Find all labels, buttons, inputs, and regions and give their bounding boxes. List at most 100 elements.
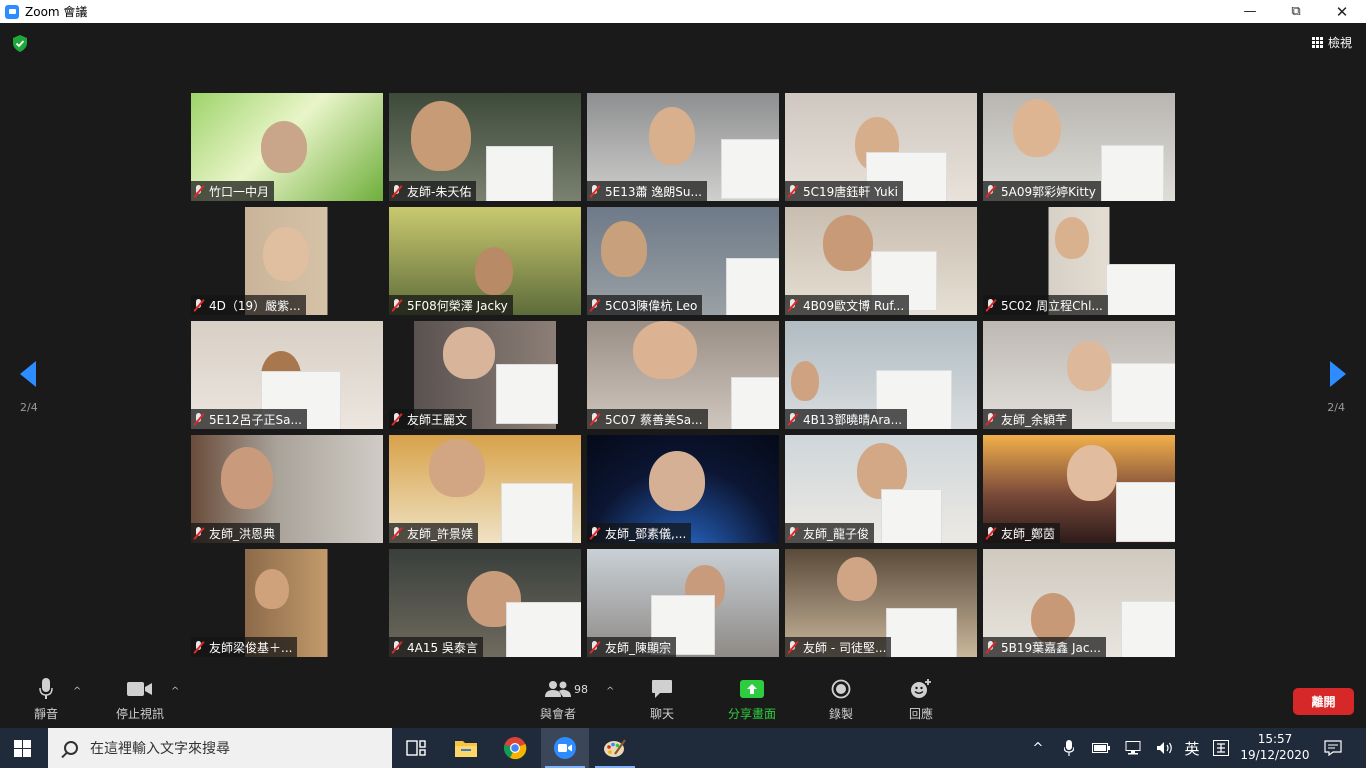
taskbar-search-box[interactable]: 在這裡輸入文字來搜尋 [48, 728, 392, 768]
record-button[interactable]: 錄製 [821, 678, 861, 728]
participant-video-tile[interactable]: 5E12呂子正Sa... [191, 321, 383, 429]
chat-button[interactable]: 聊天 [642, 678, 682, 728]
next-page-arrow-icon[interactable] [1330, 361, 1346, 387]
muted-microphone-icon [590, 412, 600, 426]
participant-nameplate: 友師_龍子俊 [785, 523, 875, 543]
participant-nameplate: 5E12呂子正Sa... [191, 409, 307, 429]
participant-nameplate: 4B09歐文博 Ruf... [785, 295, 910, 315]
participant-video-tile[interactable]: 友師_龍子俊 [785, 435, 977, 543]
participant-video-tile[interactable]: 5A09郭彩婷Kitty [983, 93, 1175, 201]
participant-video-tile[interactable]: 友師_鄭茵 [983, 435, 1175, 543]
participant-video-tile[interactable]: 友師 - 司徒堅... [785, 549, 977, 657]
participant-video-tile[interactable]: 友師梁俊基＋... [191, 549, 383, 657]
reactions-label: 回應 [908, 707, 933, 721]
windows-start-icon[interactable] [14, 740, 31, 757]
participant-video-tile[interactable]: 5F08何榮澤 Jacky [389, 207, 581, 315]
participant-name: 友師王麗文 [407, 412, 468, 427]
battery-icon[interactable] [1090, 728, 1112, 768]
muted-microphone-icon [590, 298, 600, 312]
participant-face [443, 327, 495, 379]
participant-nameplate: 5C19唐鈺軒 Yuki [785, 181, 903, 201]
participant-video-tile[interactable]: 5B19葉嘉鑫 Jac... [983, 549, 1175, 657]
muted-microphone-icon [788, 526, 798, 540]
mute-button[interactable]: 靜音 [24, 678, 68, 728]
participant-nameplate: 4B13鄧曉晴Ara... [785, 409, 908, 429]
participant-name: 4A15 吳泰言 [407, 640, 478, 655]
minimize-button[interactable]: — [1227, 0, 1273, 23]
participant-nameplate: 5B19葉嘉鑫 Jac... [983, 637, 1106, 657]
audio-options-caret-icon[interactable]: ^ [73, 686, 81, 697]
participant-nameplate: 友師_陳顯宗 [587, 637, 677, 657]
participant-video-tile[interactable]: 4D（19）嚴紫... [191, 207, 383, 315]
leave-button[interactable]: 離開 [1293, 688, 1354, 715]
tray-microphone-icon[interactable] [1058, 728, 1080, 768]
participant-face [601, 221, 647, 277]
participant-video-tile[interactable]: 友師_鄧素儀,... [587, 435, 779, 543]
participant-nameplate: 5F08何榮澤 Jacky [389, 295, 513, 315]
participant-nameplate: 友師 - 司徒堅... [785, 637, 892, 657]
share-screen-button[interactable]: 分享畫面 [722, 678, 782, 728]
reactions-button[interactable]: 回應 [901, 678, 941, 728]
held-drawing-paper [506, 602, 581, 657]
participant-face [633, 321, 697, 379]
participant-video-tile[interactable]: 4A15 吳泰言 [389, 549, 581, 657]
taskbar-clock[interactable]: 15:57 19/12/2020 [1238, 731, 1312, 763]
network-icon[interactable] [1122, 728, 1144, 768]
participant-face [263, 227, 309, 281]
microphone-icon [39, 678, 53, 700]
shield-icon[interactable] [12, 35, 28, 52]
participant-video-tile[interactable]: 友師-朱天佑 [389, 93, 581, 201]
participant-video-tile[interactable]: 5C07 蔡善美Sa... [587, 321, 779, 429]
notification-center-icon[interactable] [1320, 728, 1346, 768]
chrome-icon[interactable] [491, 728, 539, 768]
view-button[interactable]: 檢視 [1311, 34, 1352, 51]
participant-nameplate: 友師_鄧素儀,... [587, 523, 692, 543]
participant-video-tile[interactable]: 5C02 周立程Chl... [983, 207, 1175, 315]
participant-video-tile[interactable]: 5E13蕭 逸朗Su... [587, 93, 779, 201]
held-drawing-paper [1101, 145, 1164, 201]
muted-microphone-icon [986, 640, 996, 654]
participant-video-tile[interactable]: 竹口一中月 [191, 93, 383, 201]
share-screen-label: 分享畫面 [727, 707, 776, 721]
participant-video-tile[interactable]: 4B13鄧曉晴Ara... [785, 321, 977, 429]
participant-nameplate: 友師梁俊基＋... [191, 637, 298, 657]
participant-nameplate: 友師_許景媄 [389, 523, 479, 543]
participant-face [1067, 341, 1111, 391]
muted-microphone-icon [194, 412, 204, 426]
video-camera-icon [127, 678, 153, 700]
close-button[interactable]: ✕ [1319, 0, 1365, 23]
held-drawing-paper [731, 377, 779, 429]
muted-microphone-icon [194, 526, 204, 540]
participant-nameplate: 5E13蕭 逸朗Su... [587, 181, 707, 201]
task-view-icon[interactable] [392, 728, 440, 768]
ime-indicator[interactable]: 英 [1181, 728, 1203, 768]
participant-video-tile[interactable]: 5C19唐鈺軒 Yuki [785, 93, 977, 201]
ime-mode-icon[interactable] [1210, 728, 1232, 768]
participant-video-tile[interactable]: 5C03陳偉杭 Leo [587, 207, 779, 315]
muted-microphone-icon [788, 412, 798, 426]
paint-icon[interactable] [591, 728, 639, 768]
file-explorer-icon[interactable] [442, 728, 490, 768]
video-options-caret-icon[interactable]: ^ [171, 686, 179, 697]
participant-video-tile[interactable]: 友師_洪恩典 [191, 435, 383, 543]
tray-overflow-caret-icon[interactable]: ^ [1026, 728, 1050, 768]
record-label: 錄製 [828, 707, 853, 721]
participant-face [837, 557, 877, 601]
participant-video-tile[interactable]: 友師_余穎芊 [983, 321, 1175, 429]
participant-name: 友師梁俊基＋... [209, 640, 293, 655]
held-drawing-paper [886, 608, 957, 657]
volume-icon[interactable] [1154, 728, 1176, 768]
participant-video-tile[interactable]: 4B09歐文博 Ruf... [785, 207, 977, 315]
participants-options-caret-icon[interactable]: ^ [606, 686, 614, 697]
stop-video-button[interactable]: 停止視訊 [108, 678, 172, 728]
participant-video-tile[interactable]: 友師_陳顯宗 [587, 549, 779, 657]
participant-nameplate: 友師_余穎芊 [983, 409, 1073, 429]
zoom-taskbar-icon[interactable] [541, 728, 589, 768]
participant-video-tile[interactable]: 友師王麗文 [389, 321, 581, 429]
chat-bubble-icon [651, 678, 673, 700]
prev-page-arrow-icon[interactable] [20, 361, 36, 387]
participant-video-tile[interactable]: 友師_許景媄 [389, 435, 581, 543]
maximize-button[interactable]: ⧉ [1273, 0, 1319, 23]
participants-label: 與會者 [539, 707, 576, 721]
share-screen-icon [740, 678, 764, 700]
